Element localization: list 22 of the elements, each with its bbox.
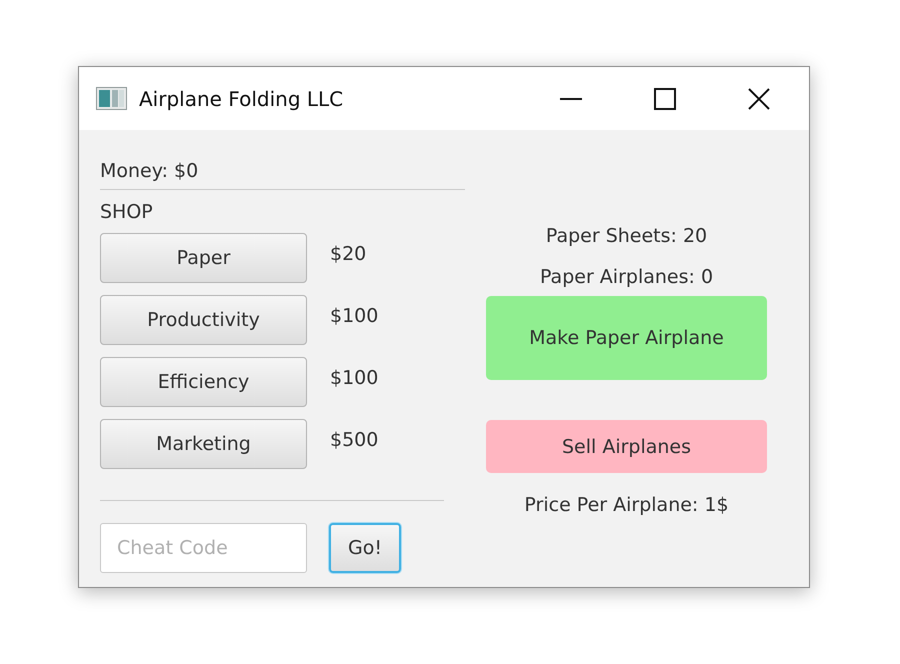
money-label: Money: $0	[100, 159, 198, 183]
purchase-button[interactable]: Productivity	[100, 295, 307, 345]
action-button[interactable]: Make Paper Airplane	[486, 296, 767, 380]
maximize-icon	[654, 88, 676, 110]
action-button[interactable]: Sell Airplanes	[486, 420, 767, 473]
window-title: Airplane Folding LLC	[139, 86, 344, 110]
price-per-airplane-label: Price Per Airplane: 1$	[524, 493, 729, 517]
purchase-button[interactable]: Paper	[100, 233, 307, 283]
price-label: $100	[330, 366, 378, 390]
purchase-button[interactable]: Efficiency	[100, 357, 307, 407]
minimize-icon	[560, 98, 582, 100]
close-icon	[748, 88, 770, 110]
app-window-icon	[96, 87, 127, 110]
purchase-button[interactable]: Marketing	[100, 419, 307, 469]
shop-heading: SHOP	[100, 200, 153, 224]
price-label: $100	[330, 304, 378, 328]
stat-label: Paper Airplanes: 0	[540, 265, 714, 289]
go-button[interactable]: Go!	[329, 523, 401, 573]
price-label: $20	[330, 242, 366, 266]
cheat-code-field[interactable]: Cheat Code	[100, 523, 307, 573]
price-label: $500	[330, 428, 378, 452]
stat-label: Paper Sheets: 20	[546, 224, 708, 248]
